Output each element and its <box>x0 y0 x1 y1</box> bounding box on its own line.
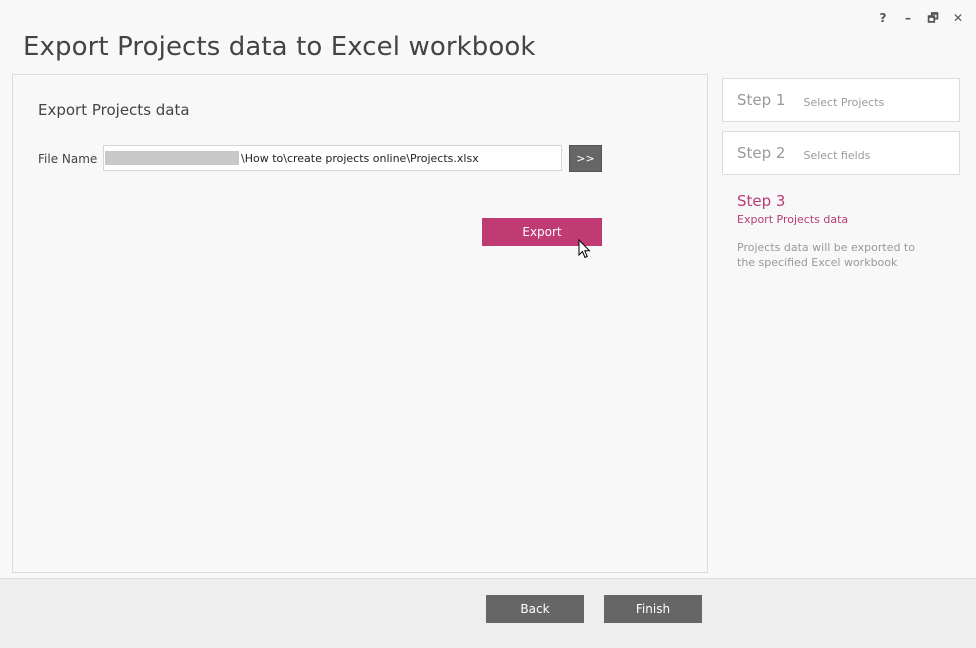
window-controls: ? – 🗗 ✕ <box>877 10 964 26</box>
wizard-steps: Step 1 Select Projects Step 2 Select fie… <box>722 78 960 270</box>
step-3-note: Projects data will be exported to the sp… <box>737 241 915 269</box>
step-3: Step 3 Export Projects data Projects dat… <box>722 184 960 270</box>
restore-icon[interactable]: 🗗 <box>927 10 939 26</box>
step-2-number: Step 2 <box>737 144 786 162</box>
step-1-label: Select Projects <box>803 95 885 109</box>
browse-button[interactable]: >> <box>569 145 602 172</box>
mouse-pointer-icon <box>578 239 591 259</box>
help-icon[interactable]: ? <box>877 10 889 26</box>
step-1[interactable]: Step 1 Select Projects <box>722 78 960 122</box>
file-name-label: File Name <box>38 152 98 166</box>
close-icon[interactable]: ✕ <box>952 10 964 26</box>
section-title: Export Projects data <box>38 101 190 119</box>
step-1-number: Step 1 <box>737 91 786 109</box>
finish-button[interactable]: Finish <box>604 595 702 623</box>
export-wizard-window: ? – 🗗 ✕ Export Projects data to Excel wo… <box>0 0 976 648</box>
footer-bar: Back Finish <box>0 578 976 648</box>
redacted-path-segment <box>105 151 239 165</box>
step-3-label: Export Projects data <box>737 213 849 226</box>
file-name-input[interactable]: \How to\create projects online\Projects.… <box>103 145 562 171</box>
step-2-label: Select fields <box>803 148 871 162</box>
file-path-text: \How to\create projects online\Projects.… <box>241 151 479 165</box>
back-button[interactable]: Back <box>486 595 584 623</box>
minimize-icon[interactable]: – <box>902 10 914 26</box>
page-title: Export Projects data to Excel workbook <box>23 32 536 62</box>
step-2[interactable]: Step 2 Select fields <box>722 131 960 175</box>
step-3-number: Step 3 <box>737 192 786 210</box>
export-panel: Export Projects data File Name \How to\c… <box>12 74 708 573</box>
